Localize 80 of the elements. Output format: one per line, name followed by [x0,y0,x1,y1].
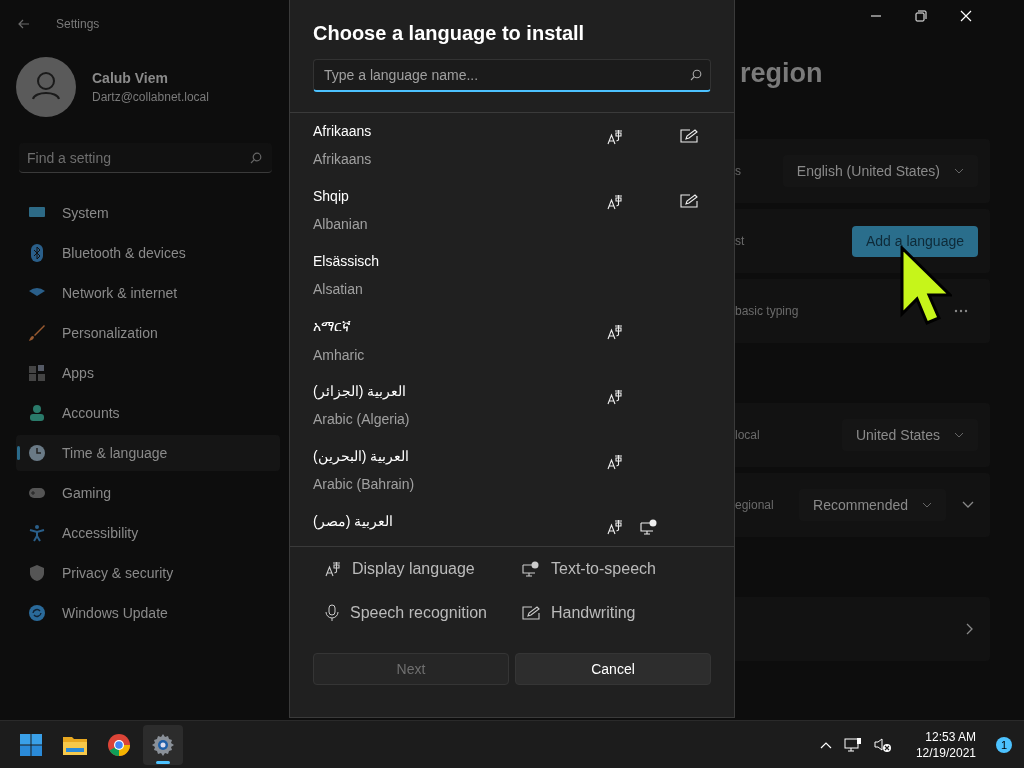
nav-item[interactable]: Bluetooth & devices [16,235,280,271]
close-icon[interactable] [960,10,972,22]
english-name: Arabic (Bahrain) [313,476,416,492]
search-field[interactable]: Find a setting [19,143,272,173]
expand-icon[interactable] [962,501,974,509]
native-name: Afrikaans [313,123,373,139]
accounts-icon [28,404,46,422]
search-icon [690,69,702,81]
setting-label: basic typing [735,304,799,318]
chevron-down-icon [954,168,964,174]
legend-label: Display language [352,560,475,578]
language-item[interactable]: العربية (مصر) [290,503,734,546]
language-item[interactable]: Afrikaans Afrikaans [290,113,734,178]
settings-app-button[interactable] [143,724,183,765]
notification-badge[interactable]: 1 [996,736,1012,753]
handwriting-icon [522,606,540,620]
windows-logo-icon [19,732,43,757]
language-search-field[interactable]: Type a language name... [313,59,711,92]
legend-label: Speech recognition [350,604,487,622]
setting-label: st [735,234,745,248]
native-name: Elsässisch [313,253,381,269]
legend-label: Handwriting [551,604,636,622]
cancel-button[interactable]: Cancel [515,653,711,685]
setting-label: egional [735,498,774,512]
search-icon [250,152,262,164]
nav-item[interactable]: Apps [16,355,280,391]
english-name: Albanian [313,216,369,232]
english-name: Alsatian [313,281,364,297]
legend-label: Text-to-speech [551,560,656,578]
user-name: Calub Viem [92,70,169,86]
native-name: العربية (البحرين) [313,448,411,464]
display-language-icon [325,561,341,577]
native-name: العربية (مصر) [313,513,395,529]
network-icon[interactable] [843,736,862,753]
text-to-speech-icon [522,561,540,577]
shield-icon [28,564,46,582]
language-item[interactable]: Elsässisch Alsatian [290,243,734,308]
nav-item[interactable]: Time & language [16,435,280,471]
english-name: Amharic [313,347,366,363]
chevron-right-icon[interactable] [966,623,974,635]
language-item[interactable]: Shqip Albanian [290,178,734,243]
nav-item[interactable]: Network & internet [16,275,280,311]
browser-icon [107,732,131,757]
apps-icon [28,364,46,382]
chevron-down-icon [954,432,964,438]
setting-label: s [735,164,741,178]
volume-muted-icon[interactable] [873,736,892,753]
restore-icon[interactable] [915,10,927,22]
nav-item[interactable]: Accessibility [16,515,280,551]
time-icon [28,444,46,462]
english-name: Afrikaans [313,151,373,167]
accessibility-icon [28,524,46,542]
back-icon[interactable] [18,19,30,29]
nav-item[interactable]: Accounts [16,395,280,431]
brush-icon [28,324,46,342]
native-name: Shqip [313,188,350,204]
clock-time[interactable]: 12:53 AM [925,729,976,744]
bluetooth-icon [28,244,46,262]
nav-item[interactable]: Windows Update [16,595,280,631]
nav-item[interactable]: System [16,195,280,231]
setting-label: local [735,428,760,442]
native-name: العربية (الجزائر) [313,383,408,399]
user-email: Dartz@collabnet.local [92,90,209,104]
nav-item[interactable]: Gaming [16,475,280,511]
native-name: አማርኛ [313,318,352,335]
language-item[interactable]: አማርኛ Amharic [290,308,734,373]
dialog-title: Choose a language to install [313,22,586,45]
clock-date[interactable]: 12/19/2021 [915,745,976,760]
microphone-icon [325,604,339,622]
caret-up-icon[interactable] [819,740,832,749]
more-icon[interactable] [954,309,968,313]
page-title: region [740,58,824,89]
gear-icon [151,732,175,757]
avatar-icon [16,57,76,117]
window-title: Settings [56,17,100,31]
nav-item[interactable]: Privacy & security [16,555,280,591]
nav-item[interactable]: Personalization [16,315,280,351]
chevron-down-icon [922,502,932,508]
update-icon [28,604,46,622]
english-name: Arabic (Algeria) [313,411,411,427]
